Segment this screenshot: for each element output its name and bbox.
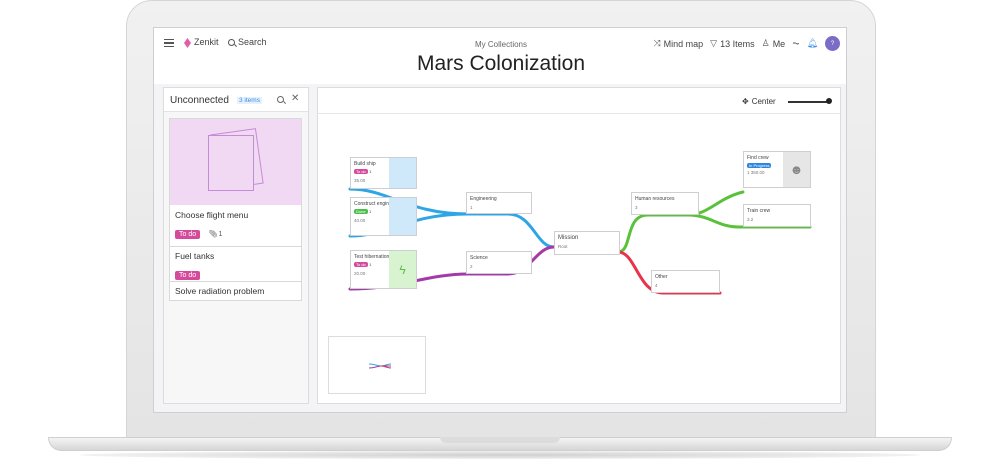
minimap-preview [368, 363, 392, 369]
lightning-icon: ϟ [389, 251, 416, 288]
node-title: Train crew [747, 208, 771, 214]
node-build-ship[interactable]: Build ship To do 1 35.00 [350, 157, 417, 189]
user-icon: ♙ [761, 38, 770, 48]
card-image [170, 119, 301, 205]
view-switcher[interactable]: ⤨ Mind map [653, 38, 703, 49]
filter-label: 13 Items [720, 38, 755, 49]
node-train-crew[interactable]: Train crew 3.2 [743, 204, 811, 227]
node-value: 1 [470, 205, 473, 210]
node-value: Root [558, 244, 568, 249]
node-construct-engines[interactable]: Construct engines Done 1 40.00 [350, 197, 417, 236]
card-title: Fuel tanks [175, 251, 215, 261]
activity-icon[interactable]: ⏦ [792, 38, 799, 49]
node-test-hibernation[interactable]: Test hibernation To do 1 20.00 ϟ [350, 250, 417, 289]
attachment-count: 1 [747, 170, 750, 175]
attachment-count: 1 [369, 169, 372, 174]
alien-thumbnail-icon: ☻ [783, 152, 810, 187]
status-badge: To do [354, 169, 368, 174]
search-icon[interactable] [277, 96, 284, 103]
view-label: Mind map [663, 38, 704, 49]
node-other[interactable]: Other 4 [651, 270, 720, 293]
status-badge: To do [354, 262, 368, 267]
page-title: Mars Colonization [416, 52, 586, 75]
node-title: Mission [558, 235, 579, 241]
laptop-shadow [80, 451, 920, 459]
filter-button[interactable]: ▽ 13 Items [710, 38, 754, 49]
top-bar: Zenkit Search My Collections Mars Coloni… [154, 28, 846, 84]
attachment-count: 1 [218, 231, 223, 238]
user-filter[interactable]: ♙ Me [762, 38, 786, 49]
mind-map-canvas[interactable]: ✥ Center Build ship To do 1 35.00 Constr… [317, 87, 841, 404]
node-title: Engineering [470, 196, 497, 202]
node-value: 3.2 [747, 217, 754, 222]
attachment-icon: 📎︎ [208, 231, 218, 238]
node-title: Human resources [635, 196, 675, 202]
status-badge: To do [175, 230, 201, 239]
list-item[interactable]: Solve radiation problem [169, 281, 302, 301]
node-engineering[interactable]: Engineering 1 [466, 192, 532, 214]
engine-thumbnail-icon [389, 198, 416, 235]
node-value: 350.00 [750, 170, 765, 175]
minimap[interactable] [328, 336, 426, 394]
node-human-resources[interactable]: Human resources 3 [631, 192, 699, 215]
mind-map-icon: ⤨ [653, 38, 661, 48]
ship-thumbnail-icon [389, 158, 416, 188]
attachment-count: 1 [368, 209, 372, 214]
list-item[interactable]: Choose flight menu To do 📎︎1 [169, 118, 302, 247]
node-science[interactable]: Science 2 [466, 251, 532, 274]
bell-icon[interactable]: 🔔︎ [807, 38, 818, 49]
toolbar-right: ⤨ Mind map ▽ 13 Items ♙ Me ⏦ 🔔︎ ? [653, 36, 840, 51]
item-count-badge: 3 items [237, 97, 262, 104]
panel-title: Unconnected [170, 95, 229, 106]
laptop-notch [440, 437, 560, 443]
card-title: Solve radiation problem [175, 286, 265, 296]
avatar[interactable]: ? [825, 36, 840, 51]
attachment-count: 1 [369, 262, 372, 267]
node-value: 3 [635, 205, 638, 210]
node-title: Other [655, 274, 668, 280]
card-title: Choose flight menu [175, 210, 249, 220]
list-item[interactable]: Fuel tanks To do [169, 246, 302, 286]
node-value: 4 [655, 283, 658, 288]
status-badge: To do [175, 271, 201, 280]
node-value: 2 [470, 264, 473, 269]
node-mission[interactable]: Mission Root [554, 231, 620, 255]
node-find-crew[interactable]: Find crew In Progress 1 350.00 ☻ [743, 151, 811, 188]
link-engineering [466, 212, 556, 249]
node-title: Science [470, 255, 488, 261]
user-label: Me [772, 38, 786, 49]
close-icon[interactable]: ✕ [291, 93, 299, 104]
status-badge: Done [354, 209, 368, 214]
panel-header: Unconnected 3 items ✕ [164, 88, 308, 112]
filter-icon: ▽ [710, 38, 718, 48]
status-badge: In Progress [747, 163, 772, 168]
document-icon [208, 135, 254, 191]
app-screen: Zenkit Search My Collections Mars Coloni… [153, 27, 847, 413]
unconnected-panel: Unconnected 3 items ✕ Choose flight menu… [163, 87, 309, 404]
